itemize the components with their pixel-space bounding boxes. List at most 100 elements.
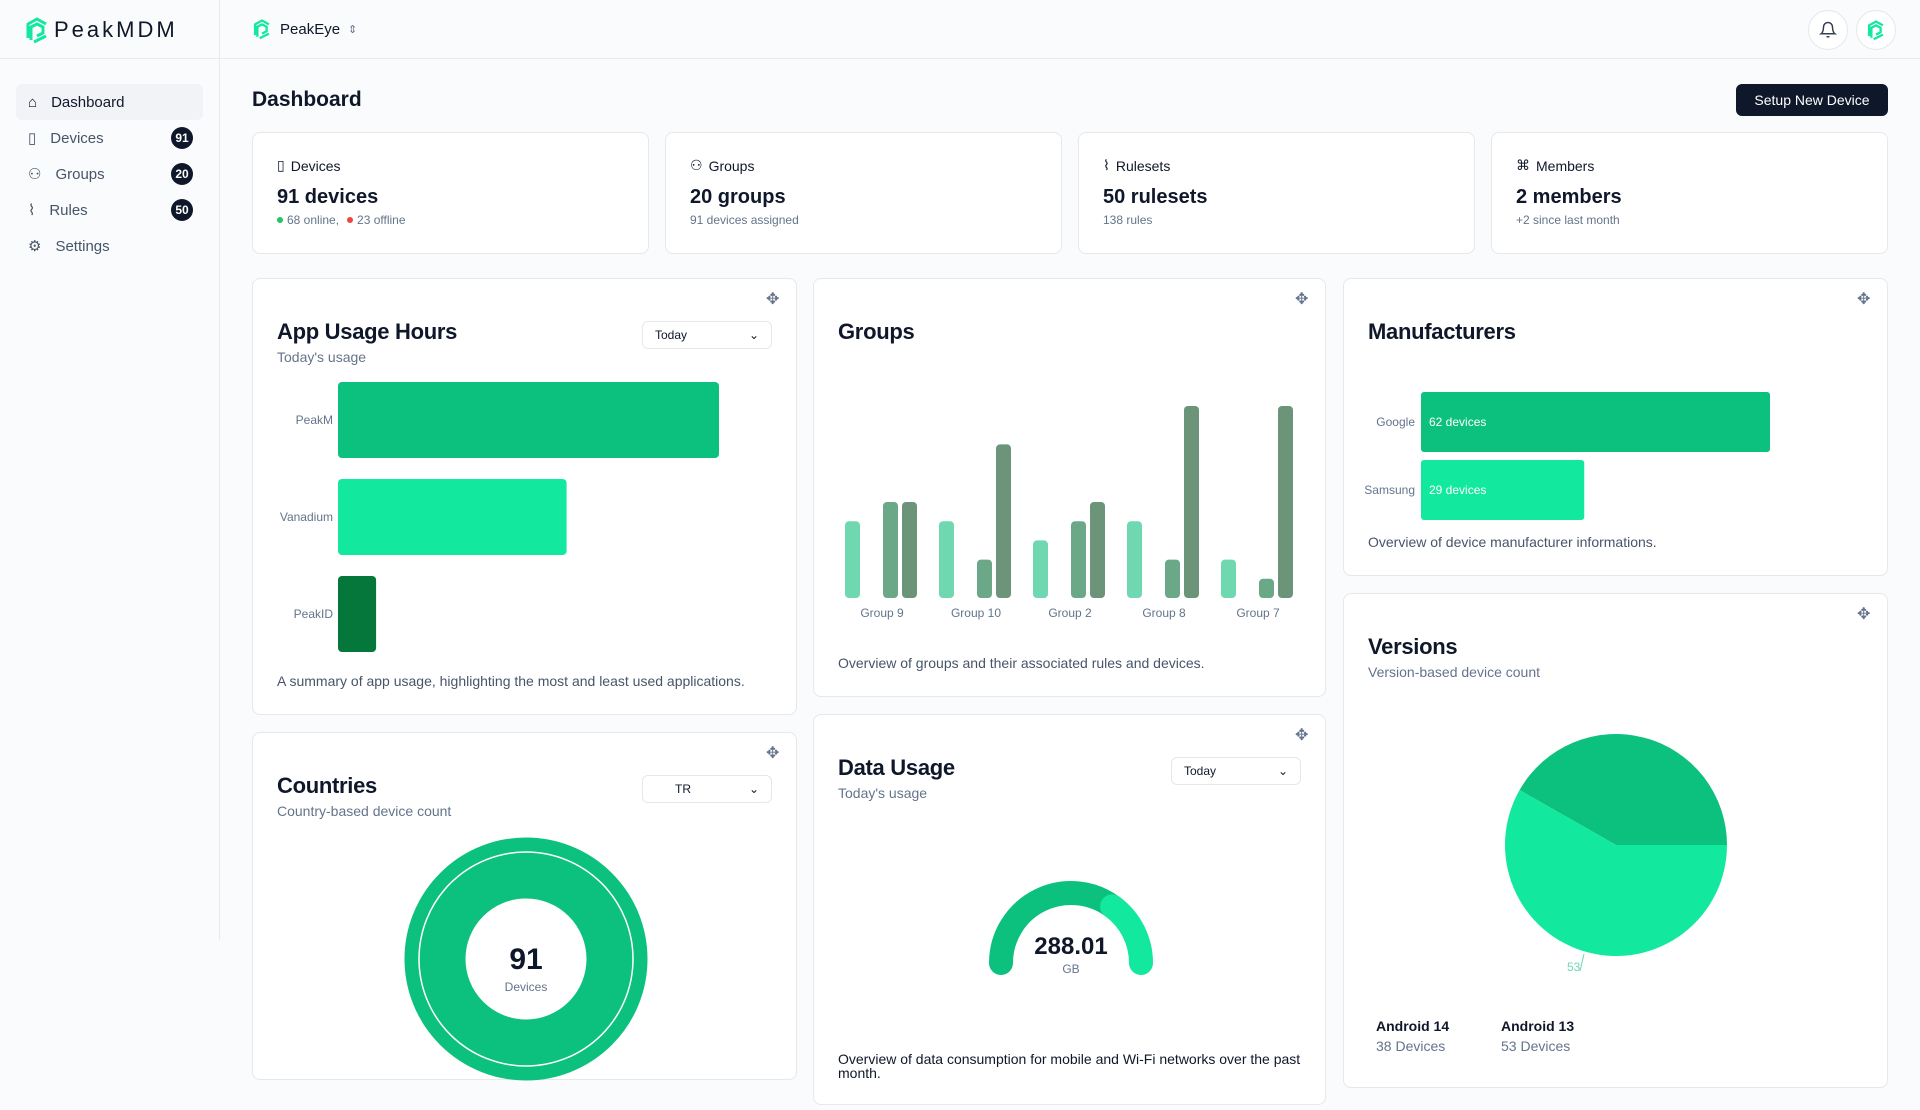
bar-value-label: 29 devices (1429, 483, 1486, 497)
groups-widget: ✥ Groups Group 9 Group 10 Group 2 Group 8 Gr… (813, 278, 1326, 697)
stat-card-members[interactable]: ⌘ Members 2 members +2 since last month (1491, 132, 1888, 254)
sidebar-item-label: Devices (50, 129, 104, 147)
users-icon: ⚇ (690, 157, 703, 173)
count-badge: 50 (171, 199, 193, 221)
sidebar-item-devices[interactable]: ▯ Devices 91 (16, 120, 203, 156)
bell-icon (1819, 21, 1837, 38)
bar-peakid (338, 576, 377, 652)
stat-card-groups[interactable]: ⚇ Groups 20 groups 91 devices assigned (665, 132, 1062, 254)
stat-sub: +2 since last month (1516, 213, 1620, 227)
sidebar-item-label: Settings (55, 237, 110, 255)
group-bar (845, 521, 860, 598)
x-tick-label: Group 8 (1142, 606, 1186, 620)
sidebar-item-groups[interactable]: ⚇ Groups 20 (16, 156, 203, 192)
bar-label: Google (1376, 415, 1415, 429)
bar-value-label: 62 devices (1429, 415, 1486, 429)
online-count: 68 online, (287, 213, 340, 227)
gear-icon: ⚙ (28, 238, 42, 255)
bar-label: Vanadium (280, 510, 333, 524)
bar-label: PeakM (296, 413, 333, 427)
sidebar-item-label: Groups (55, 165, 105, 183)
phone-icon: ▯ (277, 157, 285, 173)
workspace-name: PeakEye (280, 20, 341, 38)
bar-peakm (338, 382, 719, 458)
versions-pie-chart: 53 (1505, 734, 1727, 974)
group-bar (1090, 502, 1105, 598)
logo[interactable]: PeakMDM (24, 16, 178, 44)
gauge-value: 288.01 (1034, 933, 1107, 960)
widget-description: Overview of data consumption for mobile … (838, 1051, 1301, 1081)
donut-center-label: Devices (505, 980, 548, 994)
legend-item-android-13: Android 13 53 Devices (1501, 1018, 1574, 1054)
x-tick-label: Group 2 (1048, 606, 1092, 620)
app-usage-widget: ✥ App Usage Hours Today's usage Today ⌄ P… (252, 278, 797, 715)
data-usage-widget: ✥ Data Usage Today's usage Today ⌄ 288.01… (813, 714, 1326, 1105)
stat-sub: 138 rules (1103, 213, 1153, 227)
online-dot-icon (277, 217, 283, 223)
stat-value: 91 devices (277, 186, 379, 208)
sidebar-item-rules[interactable]: ⌇ Rules 50 (16, 192, 203, 228)
stat-value: 50 rulesets (1103, 186, 1208, 208)
group-bar (1165, 559, 1180, 598)
countries-donut-chart: 91 Devices (404, 837, 648, 1081)
phone-icon: ▯ (28, 130, 37, 147)
stat-sub: 91 devices assigned (690, 213, 799, 227)
avatar-logo-icon (1867, 20, 1884, 41)
manufacturers-widget: ✥ Manufacturers Google 62 devices Samsung 2… (1343, 278, 1888, 576)
gauge-segment (1100, 894, 1153, 975)
paperclip-icon: ⌇ (1103, 157, 1110, 173)
users-icon: ⚇ (28, 166, 42, 183)
count-badge: 91 (171, 127, 193, 149)
setup-new-device-button[interactable]: Setup New Device (1736, 84, 1888, 116)
stat-card-rulesets[interactable]: ⌇ Rulesets 50 rulesets 138 rules (1078, 132, 1475, 254)
stat-value: 20 groups (690, 186, 786, 208)
slice-label: 53 (1567, 960, 1581, 974)
sidebar-item-label: Rules (49, 201, 88, 219)
group-bar (902, 502, 917, 598)
group-bar (1278, 406, 1293, 598)
bar-vanadium (338, 479, 567, 555)
paperclip-icon: ⌇ (28, 202, 36, 219)
workspace-switcher[interactable]: PeakEye ⇕ (252, 18, 357, 40)
page-title: Dashboard (252, 88, 362, 111)
app-usage-chart: PeakM Vanadium PeakID (280, 382, 719, 652)
legend-count: 38 Devices (1376, 1038, 1446, 1054)
home-icon: ⌂ (28, 93, 38, 111)
bar-label: PeakID (294, 607, 334, 621)
widget-description: Overview of device manufacturer informat… (1368, 534, 1657, 550)
stat-value: 2 members (1516, 186, 1622, 208)
stat-card-devices[interactable]: ▯ Devices 91 devices 68 online, 23 offline (252, 132, 649, 254)
notifications-button[interactable] (1808, 10, 1848, 50)
group-bar (977, 559, 992, 598)
slice-label-leader (1579, 953, 1585, 972)
app-name: PeakMDM (54, 17, 178, 42)
user-avatar[interactable] (1856, 10, 1896, 50)
offline-dot-icon (347, 217, 354, 223)
network-icon: ⌘ (1516, 157, 1530, 173)
gauge-unit: GB (1062, 962, 1079, 976)
widget-description: Overview of groups and their associated … (838, 655, 1205, 671)
stat-label: Rulesets (1115, 157, 1171, 174)
sidebar-item-settings[interactable]: ⚙ Settings (16, 228, 203, 264)
legend-name: Android 13 (1501, 1018, 1575, 1034)
group-bar (1221, 559, 1236, 598)
sidebar-item-dashboard[interactable]: ⌂ Dashboard (16, 84, 203, 120)
group-bar (1071, 521, 1086, 598)
donut-center-value: 91 (509, 943, 542, 976)
group-bar (996, 444, 1011, 598)
group-bar (1033, 540, 1048, 598)
groups-chart: Group 9 Group 10 Group 2 Group 8 Group 7 (845, 406, 1293, 620)
stat-label: Devices (290, 157, 341, 174)
chevron-updown-icon: ⇕ (348, 23, 358, 36)
peakmdm-logo-icon (26, 17, 47, 44)
workspace-logo-icon (253, 19, 270, 40)
countries-widget: ✥ Countries Country-based device count T… (252, 732, 797, 1081)
group-bar (1259, 578, 1274, 598)
sidebar-divider (219, 0, 220, 940)
x-tick-label: Group 10 (951, 606, 1001, 620)
offline-count: 23 offline (357, 213, 406, 227)
group-bar (1127, 521, 1142, 598)
bar-label: Samsung (1364, 483, 1415, 497)
group-bar (939, 521, 954, 598)
sidebar-item-label: Dashboard (51, 93, 125, 111)
